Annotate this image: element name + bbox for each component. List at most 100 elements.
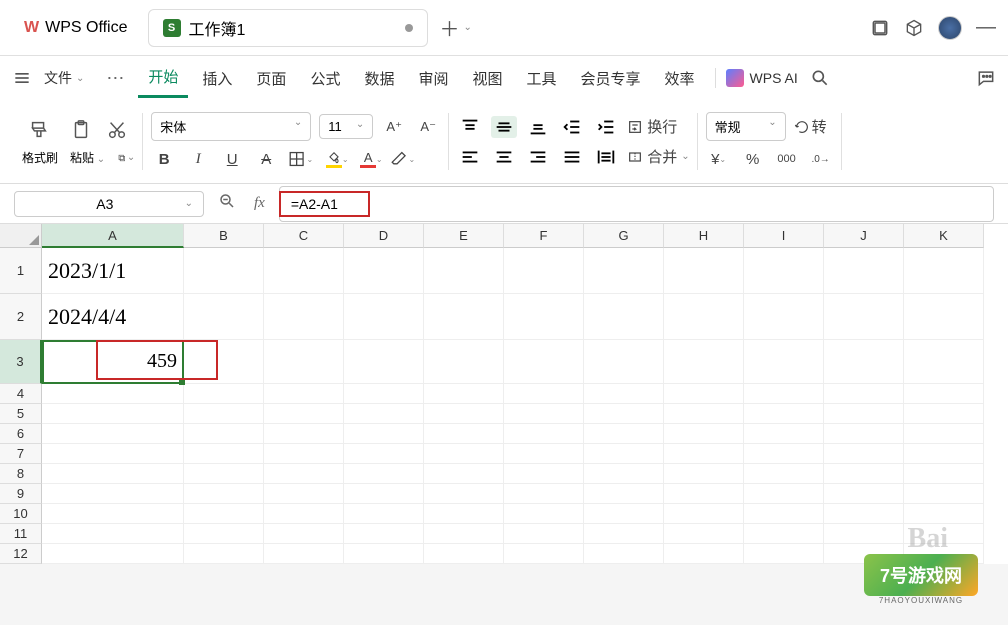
cell[interactable] xyxy=(42,504,184,524)
cell[interactable] xyxy=(504,340,584,384)
cell[interactable] xyxy=(42,464,184,484)
fill-color-button[interactable]: ⌄ xyxy=(321,147,347,171)
wps-ai-button[interactable]: WPS AI xyxy=(726,69,798,87)
cell[interactable] xyxy=(504,444,584,464)
row-header[interactable]: 6 xyxy=(0,424,42,444)
row-header[interactable]: 2 xyxy=(0,294,42,340)
copy-icon[interactable]: ⌄ xyxy=(117,149,135,167)
cell[interactable] xyxy=(504,524,584,544)
file-menu[interactable]: 文件 ⌄ xyxy=(36,64,92,92)
cell[interactable] xyxy=(824,340,904,384)
cell[interactable] xyxy=(504,464,584,484)
cell[interactable] xyxy=(744,340,824,384)
cell[interactable] xyxy=(264,404,344,424)
cell[interactable] xyxy=(264,504,344,524)
cell[interactable] xyxy=(584,544,664,564)
cell[interactable] xyxy=(584,524,664,544)
name-box[interactable]: A3 ⌄ xyxy=(14,191,204,217)
tab-review[interactable]: 审阅 xyxy=(408,60,458,97)
cell[interactable] xyxy=(184,384,264,404)
chat-icon[interactable] xyxy=(976,68,996,88)
formula-input[interactable]: =A2-A1 xyxy=(279,186,994,222)
column-header[interactable]: J xyxy=(824,224,904,248)
merge-cells-button[interactable]: 合并⌄ xyxy=(627,145,689,169)
cell[interactable] xyxy=(664,504,744,524)
cell[interactable] xyxy=(584,404,664,424)
strikethrough-button[interactable]: A xyxy=(253,147,279,171)
cell[interactable] xyxy=(904,444,984,464)
cell[interactable] xyxy=(424,384,504,404)
cell[interactable] xyxy=(504,294,584,340)
search-icon[interactable] xyxy=(810,68,830,88)
cell[interactable] xyxy=(264,544,344,564)
tab-data[interactable]: 数据 xyxy=(354,60,404,97)
cell[interactable] xyxy=(664,424,744,444)
row-header[interactable]: 11 xyxy=(0,524,42,544)
cell[interactable] xyxy=(42,444,184,464)
column-header[interactable]: C xyxy=(264,224,344,248)
cell[interactable] xyxy=(824,524,904,544)
cell[interactable] xyxy=(664,404,744,424)
cell[interactable] xyxy=(264,294,344,340)
font-size-select[interactable]: 11⌄ xyxy=(319,114,373,139)
cell[interactable] xyxy=(584,444,664,464)
cell[interactable] xyxy=(184,464,264,484)
bold-button[interactable]: B xyxy=(151,147,177,171)
column-header[interactable]: K xyxy=(904,224,984,248)
cell[interactable] xyxy=(42,424,184,444)
increase-font-icon[interactable]: A⁺ xyxy=(381,115,407,139)
cell[interactable] xyxy=(504,404,584,424)
cell[interactable] xyxy=(824,504,904,524)
cell[interactable] xyxy=(424,484,504,504)
cell[interactable] xyxy=(504,384,584,404)
cell[interactable] xyxy=(824,294,904,340)
row-header[interactable]: 5 xyxy=(0,404,42,424)
tab-efficiency[interactable]: 效率 xyxy=(655,60,705,97)
cell[interactable] xyxy=(664,294,744,340)
cell[interactable] xyxy=(344,544,424,564)
cell[interactable] xyxy=(264,484,344,504)
cell[interactable] xyxy=(424,248,504,294)
cell[interactable] xyxy=(264,444,344,464)
cell[interactable] xyxy=(744,404,824,424)
cell[interactable] xyxy=(264,248,344,294)
rotate-button[interactable]: 转 xyxy=(794,115,827,139)
cell[interactable] xyxy=(184,524,264,544)
column-header[interactable]: B xyxy=(184,224,264,248)
cell[interactable] xyxy=(264,340,344,384)
list-icon[interactable] xyxy=(12,68,32,88)
cell[interactable]: 2023/1/1 xyxy=(42,248,184,294)
number-format-select[interactable]: 常规⌄ xyxy=(706,112,786,141)
more-menu-icon[interactable]: ⋯ xyxy=(96,68,134,89)
cell[interactable] xyxy=(184,248,264,294)
cell[interactable] xyxy=(664,484,744,504)
tab-page[interactable]: 页面 xyxy=(246,60,296,97)
cell[interactable] xyxy=(584,340,664,384)
select-all-corner[interactable] xyxy=(0,224,42,248)
cell[interactable] xyxy=(664,340,744,384)
cell[interactable] xyxy=(584,484,664,504)
increase-indent-icon[interactable] xyxy=(593,116,619,138)
cell[interactable] xyxy=(344,340,424,384)
cell[interactable] xyxy=(664,444,744,464)
cell[interactable] xyxy=(904,504,984,524)
cell[interactable] xyxy=(744,384,824,404)
cell[interactable] xyxy=(424,340,504,384)
cell[interactable]: 459 xyxy=(42,340,184,384)
cell[interactable] xyxy=(744,504,824,524)
cell[interactable] xyxy=(824,384,904,404)
currency-icon[interactable]: ¥⌄ xyxy=(706,147,732,171)
cell[interactable] xyxy=(824,444,904,464)
align-top-icon[interactable] xyxy=(457,116,483,138)
cell[interactable] xyxy=(584,248,664,294)
cell[interactable]: 2024/4/4 xyxy=(42,294,184,340)
cell[interactable] xyxy=(824,248,904,294)
cell[interactable] xyxy=(584,464,664,484)
cell[interactable] xyxy=(664,384,744,404)
cell[interactable] xyxy=(744,444,824,464)
cell[interactable] xyxy=(424,444,504,464)
cell[interactable] xyxy=(664,248,744,294)
cell[interactable] xyxy=(904,248,984,294)
cell[interactable] xyxy=(664,524,744,544)
cell[interactable] xyxy=(904,464,984,484)
